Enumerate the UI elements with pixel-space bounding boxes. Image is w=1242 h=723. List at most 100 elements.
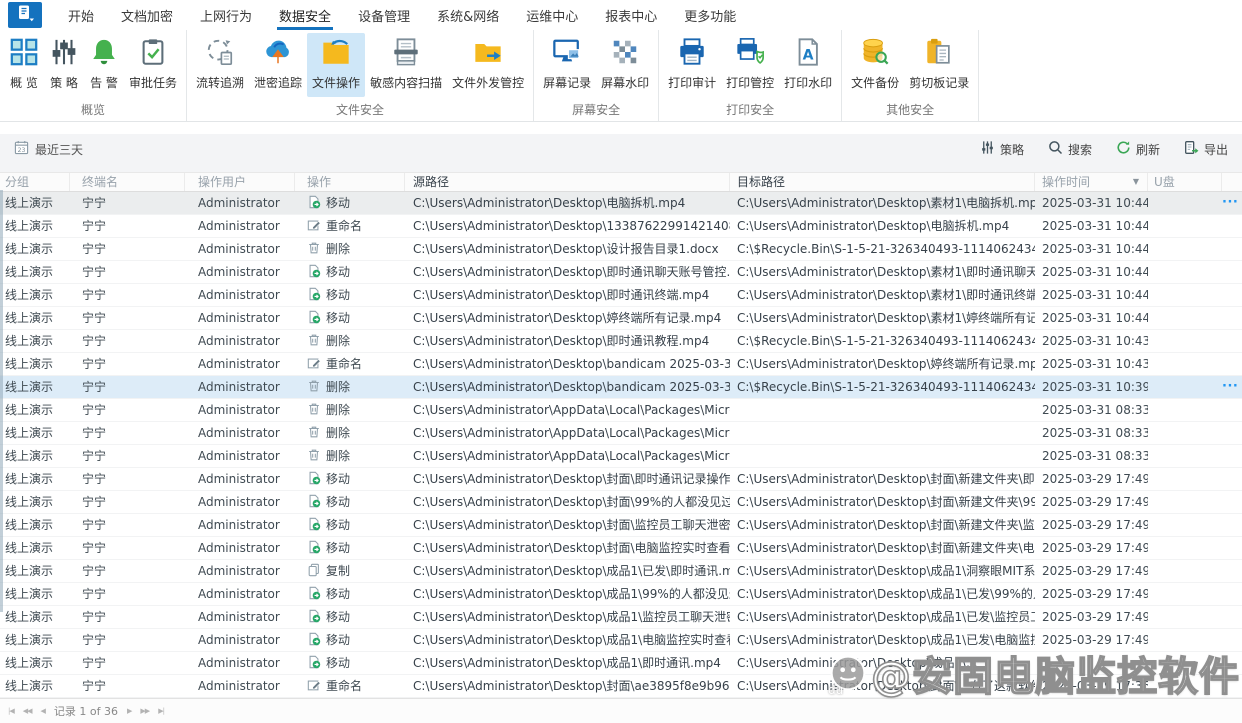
- ribbon-button-leak-tracking[interactable]: 泄密追踪: [249, 33, 307, 97]
- tab-device-management[interactable]: 设备管理: [356, 0, 412, 30]
- row-terminal-name: 宁宁: [82, 449, 107, 463]
- column-header-operation[interactable]: 操作: [295, 173, 405, 191]
- move-op-icon: [307, 263, 321, 283]
- row-group: 线上演示: [5, 518, 54, 532]
- table-row[interactable]: 线上演示 宁宁 Administrator 移动 C:\Users\Administra…: [0, 491, 1242, 514]
- table-row[interactable]: 线上演示 宁宁 Administrator 移动 C:\Users\Administra…: [0, 284, 1242, 307]
- table-row[interactable]: 线上演示 宁宁 Administrator 删除 C:\Users\Administra…: [0, 376, 1242, 399]
- table-row[interactable]: 线上演示 宁宁 Administrator 移动 C:\Users\Administra…: [0, 514, 1242, 537]
- policy-button[interactable]: 策略: [980, 140, 1024, 158]
- table-row[interactable]: 线上演示 宁宁 Administrator 删除 C:\Users\Administra…: [0, 399, 1242, 422]
- row-more-button[interactable]: ···: [1222, 192, 1242, 214]
- export-button[interactable]: 导出: [1184, 140, 1228, 158]
- column-header-group[interactable]: 分组: [0, 173, 70, 191]
- pager-fast-prev-icon[interactable]: ◀◀: [23, 707, 33, 715]
- ribbon-button-policy[interactable]: 策 略: [44, 33, 84, 97]
- ribbon-button-circulation-trace[interactable]: 流转追溯: [191, 33, 249, 97]
- ribbon-button-approval-tasks[interactable]: 审批任务: [124, 33, 182, 97]
- ribbon-button-print-audit[interactable]: 打印审计: [663, 33, 721, 97]
- table-row[interactable]: 线上演示 宁宁 Administrator 移动 C:\Users\Administra…: [0, 583, 1242, 606]
- ribbon-button-screen-record[interactable]: 屏幕记录: [538, 33, 596, 97]
- ribbon-button-overview[interactable]: 概 览: [4, 33, 44, 97]
- outgoing-folder-icon: [473, 37, 503, 71]
- table-row[interactable]: 线上演示 宁宁 Administrator 移动 C:\Users\Administra…: [0, 307, 1242, 330]
- row-usb: [1148, 422, 1222, 444]
- move-op-icon: [307, 516, 321, 536]
- ribbon-button-file-backup[interactable]: 文件备份: [846, 33, 904, 97]
- column-header-usb[interactable]: U盘: [1148, 173, 1222, 191]
- date-range-filter[interactable]: 23 最近三天: [14, 140, 83, 158]
- pager-first-icon[interactable]: |◀: [8, 707, 15, 715]
- table-row[interactable]: 线上演示 宁宁 Administrator 移动 C:\Users\Administra…: [0, 629, 1242, 652]
- pager-next-icon[interactable]: ▶: [127, 707, 132, 715]
- tab-ops-center[interactable]: 运维中心: [524, 0, 580, 30]
- table-row[interactable]: 线上演示 宁宁 Administrator 删除 C:\Users\Administra…: [0, 238, 1242, 261]
- pager-last-icon[interactable]: ▶|: [158, 707, 165, 715]
- row-usb: [1148, 583, 1222, 605]
- ribbon-button-print-watermark[interactable]: A 打印水印: [779, 33, 837, 97]
- refresh-button[interactable]: 刷新: [1116, 140, 1160, 158]
- table-row[interactable]: 线上演示 宁宁 Administrator 重命名 C:\Users\Administr…: [0, 675, 1242, 698]
- tab-start[interactable]: 开始: [66, 0, 96, 30]
- row-operation-time: 2025-03-29 17:49:20: [1042, 587, 1148, 601]
- table-row[interactable]: 线上演示 宁宁 Administrator 重命名 C:\Users\Administr…: [0, 215, 1242, 238]
- row-more-button[interactable]: ···: [1222, 376, 1242, 398]
- pager-prev-icon[interactable]: ◀: [41, 707, 46, 715]
- delete-op-icon: [307, 240, 321, 260]
- row-source-path: C:\Users\Administrator\Desktop\即时通讯聊天账号管…: [413, 265, 730, 279]
- table-row[interactable]: 线上演示 宁宁 Administrator 删除 C:\Users\Administra…: [0, 445, 1242, 468]
- ribbon-button-file-operation[interactable]: 文件操作: [307, 33, 366, 97]
- tab-more-features[interactable]: 更多功能: [682, 0, 738, 30]
- move-op-icon: [307, 470, 321, 490]
- pager-fast-next-icon[interactable]: ▶▶: [140, 707, 150, 715]
- app-menu-button[interactable]: [8, 2, 42, 28]
- row-group: 线上演示: [5, 495, 54, 509]
- ribbon-button-file-outgoing-control[interactable]: 文件外发管控: [447, 33, 529, 97]
- column-header-terminal[interactable]: 终端名: [70, 173, 185, 191]
- row-usb: [1148, 445, 1222, 467]
- column-header-target-path[interactable]: 目标路径: [730, 173, 1035, 191]
- ribbon-button-clipboard-record[interactable]: 剪切板记录: [904, 33, 974, 97]
- column-header-time[interactable]: 操作时间 ▼: [1035, 173, 1148, 191]
- delete-op-icon: [307, 447, 321, 467]
- row-operation: 移动: [295, 491, 405, 513]
- table-row[interactable]: 线上演示 宁宁 Administrator 移动 C:\Users\Administra…: [0, 537, 1242, 560]
- tab-web-behavior[interactable]: 上网行为: [198, 0, 254, 30]
- table-row[interactable]: 线上演示 宁宁 Administrator 移动 C:\Users\Administra…: [0, 468, 1242, 491]
- column-header-user[interactable]: 操作用户: [185, 173, 295, 191]
- row-operation-time: 2025-03-31 10:44:20: [1042, 288, 1148, 302]
- tab-report-center[interactable]: 报表中心: [603, 0, 659, 30]
- table-body: 线上演示 宁宁 Administrator 移动 C:\Users\Administra…: [0, 192, 1242, 698]
- column-header-source-path[interactable]: 源路径: [405, 173, 730, 191]
- row-group: 线上演示: [5, 288, 54, 302]
- table-row[interactable]: 线上演示 宁宁 Administrator 移动 C:\Users\Administra…: [0, 192, 1242, 215]
- ribbon-button-sensitive-content-scan[interactable]: 敏感内容扫描: [365, 33, 447, 97]
- tab-data-security[interactable]: 数据安全: [277, 0, 334, 30]
- file-operation-folder-icon: [321, 37, 351, 71]
- row-target-path: C:\Users\Administrator\Desktop\封面\...有了这…: [737, 679, 1035, 693]
- row-target-path: C:\Users\Administrator\Desktop\电脑拆机.mp4: [737, 219, 1010, 233]
- table-row[interactable]: 线上演示 宁宁 Administrator 重命名 C:\Users\Administr…: [0, 353, 1242, 376]
- row-operation: 删除: [295, 238, 405, 260]
- row-terminal-name: 宁宁: [82, 380, 107, 394]
- row-usb: [1148, 652, 1222, 674]
- table-row[interactable]: 线上演示 宁宁 Administrator 移动 C:\Users\Administra…: [0, 606, 1242, 629]
- row-operator-user: Administrator: [198, 449, 280, 463]
- tab-document-encryption[interactable]: 文档加密: [119, 0, 175, 30]
- table-row[interactable]: 线上演示 宁宁 Administrator 复制 C:\Users\Administra…: [0, 560, 1242, 583]
- row-group: 线上演示: [5, 334, 54, 348]
- table-row[interactable]: 线上演示 宁宁 Administrator 移动 C:\Users\Administra…: [0, 261, 1242, 284]
- delete-op-icon: [307, 378, 321, 398]
- ribbon-button-alert[interactable]: 告 警: [84, 33, 124, 97]
- date-range-label: 最近三天: [35, 142, 84, 157]
- table-row[interactable]: 线上演示 宁宁 Administrator 移动 C:\Users\Administra…: [0, 652, 1242, 675]
- tab-system-network[interactable]: 系统&网络: [435, 0, 501, 30]
- record-count-label: 记录 1 of 36: [53, 705, 119, 718]
- row-usb: [1148, 560, 1222, 582]
- ribbon-button-screen-watermark[interactable]: 屏幕水印: [596, 33, 654, 97]
- table-row[interactable]: 线上演示 宁宁 Administrator 删除 C:\Users\Administra…: [0, 330, 1242, 353]
- table-row[interactable]: 线上演示 宁宁 Administrator 删除 C:\Users\Administra…: [0, 422, 1242, 445]
- row-operator-user: Administrator: [198, 311, 280, 325]
- ribbon-button-print-control[interactable]: 打印管控: [721, 33, 779, 97]
- search-button[interactable]: 搜索: [1048, 140, 1092, 158]
